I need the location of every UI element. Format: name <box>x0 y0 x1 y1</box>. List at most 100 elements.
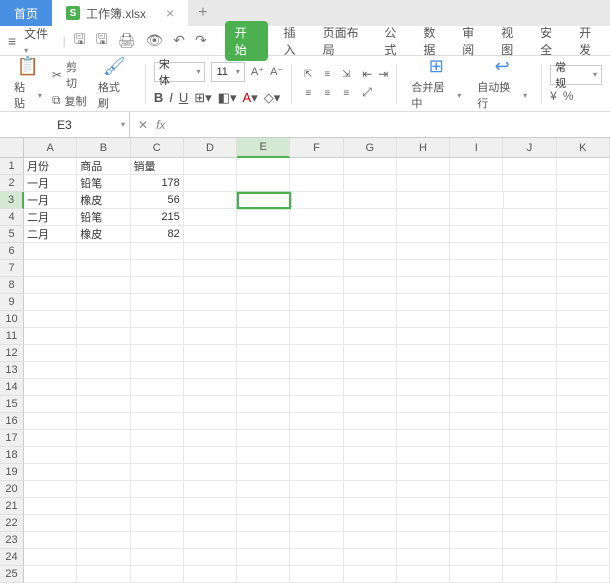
row-header-10[interactable]: 10 <box>0 311 24 328</box>
cell-G13[interactable] <box>344 362 397 379</box>
file-tab[interactable]: S 工作簿.xlsx × <box>52 0 188 26</box>
cell-E6[interactable] <box>237 243 290 260</box>
tab-data[interactable]: 数据 <box>423 24 446 58</box>
row-header-23[interactable]: 23 <box>0 532 24 549</box>
cell-H8[interactable] <box>397 277 450 294</box>
cell-J21[interactable] <box>503 498 556 515</box>
cell-B24[interactable] <box>77 549 130 566</box>
cell-C3[interactable]: 56 <box>131 192 184 209</box>
cell-D14[interactable] <box>184 379 237 396</box>
cell-I4[interactable] <box>450 209 503 226</box>
cell-C6[interactable] <box>131 243 184 260</box>
cell-I22[interactable] <box>450 515 503 532</box>
cell-J9[interactable] <box>503 294 556 311</box>
cell-F7[interactable] <box>290 260 343 277</box>
cell-C20[interactable] <box>131 481 184 498</box>
cell-I13[interactable] <box>450 362 503 379</box>
cell-J5[interactable] <box>503 226 556 243</box>
cell-J16[interactable] <box>503 413 556 430</box>
cell-I16[interactable] <box>450 413 503 430</box>
cell-E20[interactable] <box>237 481 290 498</box>
cell-A5[interactable]: 二月 <box>24 226 77 243</box>
cell-K15[interactable] <box>557 396 610 413</box>
cell-E17[interactable] <box>237 430 290 447</box>
cell-D8[interactable] <box>184 277 237 294</box>
cell-K14[interactable] <box>557 379 610 396</box>
cell-G23[interactable] <box>344 532 397 549</box>
cell-D21[interactable] <box>184 498 237 515</box>
cell-F23[interactable] <box>290 532 343 549</box>
row-header-14[interactable]: 14 <box>0 379 24 396</box>
cell-F2[interactable] <box>290 175 343 192</box>
cell-C23[interactable] <box>131 532 184 549</box>
cell-H10[interactable] <box>397 311 450 328</box>
cell-D13[interactable] <box>184 362 237 379</box>
cell-D20[interactable] <box>184 481 237 498</box>
cell-A3[interactable]: 一月 <box>24 192 77 209</box>
row-header-9[interactable]: 9 <box>0 294 24 311</box>
align-right-icon[interactable]: ≡ <box>338 85 354 101</box>
cell-H17[interactable] <box>397 430 450 447</box>
cell-J7[interactable] <box>503 260 556 277</box>
cell-F1[interactable] <box>290 158 343 175</box>
cell-F10[interactable] <box>290 311 343 328</box>
cell-J1[interactable] <box>503 158 556 175</box>
row-header-22[interactable]: 22 <box>0 515 24 532</box>
cell-G12[interactable] <box>344 345 397 362</box>
cell-G22[interactable] <box>344 515 397 532</box>
cell-I21[interactable] <box>450 498 503 515</box>
cell-I12[interactable] <box>450 345 503 362</box>
paste-group[interactable]: 📋 粘贴▾ <box>8 56 48 111</box>
cell-K8[interactable] <box>557 277 610 294</box>
cell-I18[interactable] <box>450 447 503 464</box>
indent-decrease-icon[interactable]: ⇤ <box>362 67 372 81</box>
cell-E13[interactable] <box>237 362 290 379</box>
cell-J24[interactable] <box>503 549 556 566</box>
cell-B12[interactable] <box>77 345 130 362</box>
cell-B2[interactable]: 铅笔 <box>77 175 130 192</box>
number-format-select[interactable]: 常规▾ <box>550 65 602 85</box>
cell-D22[interactable] <box>184 515 237 532</box>
cell-C22[interactable] <box>131 515 184 532</box>
italic-button[interactable]: I <box>169 90 173 106</box>
close-icon[interactable]: × <box>166 5 174 21</box>
row-header-8[interactable]: 8 <box>0 277 24 294</box>
row-header-7[interactable]: 7 <box>0 260 24 277</box>
cell-G4[interactable] <box>344 209 397 226</box>
cell-D1[interactable] <box>184 158 237 175</box>
row-header-20[interactable]: 20 <box>0 481 24 498</box>
row-header-1[interactable]: 1 <box>0 158 24 175</box>
row-header-11[interactable]: 11 <box>0 328 24 345</box>
cell-H24[interactable] <box>397 549 450 566</box>
cell-I5[interactable] <box>450 226 503 243</box>
cell-K3[interactable] <box>557 192 610 209</box>
cell-E9[interactable] <box>237 294 290 311</box>
cell-E12[interactable] <box>237 345 290 362</box>
new-tab-button[interactable]: + <box>188 0 217 26</box>
cell-G21[interactable] <box>344 498 397 515</box>
save-as-icon[interactable]: 🖫 <box>96 29 108 53</box>
cell-E21[interactable] <box>237 498 290 515</box>
cell-I14[interactable] <box>450 379 503 396</box>
align-center-icon[interactable]: ≡ <box>319 85 335 101</box>
cell-B16[interactable] <box>77 413 130 430</box>
fx-icon[interactable]: fx <box>156 118 165 132</box>
cell-C24[interactable] <box>131 549 184 566</box>
cell-K1[interactable] <box>557 158 610 175</box>
cell-D19[interactable] <box>184 464 237 481</box>
col-header-E[interactable]: E <box>237 138 290 158</box>
cell-D7[interactable] <box>184 260 237 277</box>
cell-K2[interactable] <box>557 175 610 192</box>
row-header-21[interactable]: 21 <box>0 498 24 515</box>
cell-B8[interactable] <box>77 277 130 294</box>
cell-G19[interactable] <box>344 464 397 481</box>
cell-F5[interactable] <box>290 226 343 243</box>
cell-K12[interactable] <box>557 345 610 362</box>
cell-H3[interactable] <box>397 192 450 209</box>
cell-K13[interactable] <box>557 362 610 379</box>
cell-B20[interactable] <box>77 481 130 498</box>
format-painter-group[interactable]: 🖌 格式刷 <box>92 56 137 111</box>
cell-A8[interactable] <box>24 277 77 294</box>
cell-A6[interactable] <box>24 243 77 260</box>
cell-F3[interactable] <box>291 192 344 209</box>
